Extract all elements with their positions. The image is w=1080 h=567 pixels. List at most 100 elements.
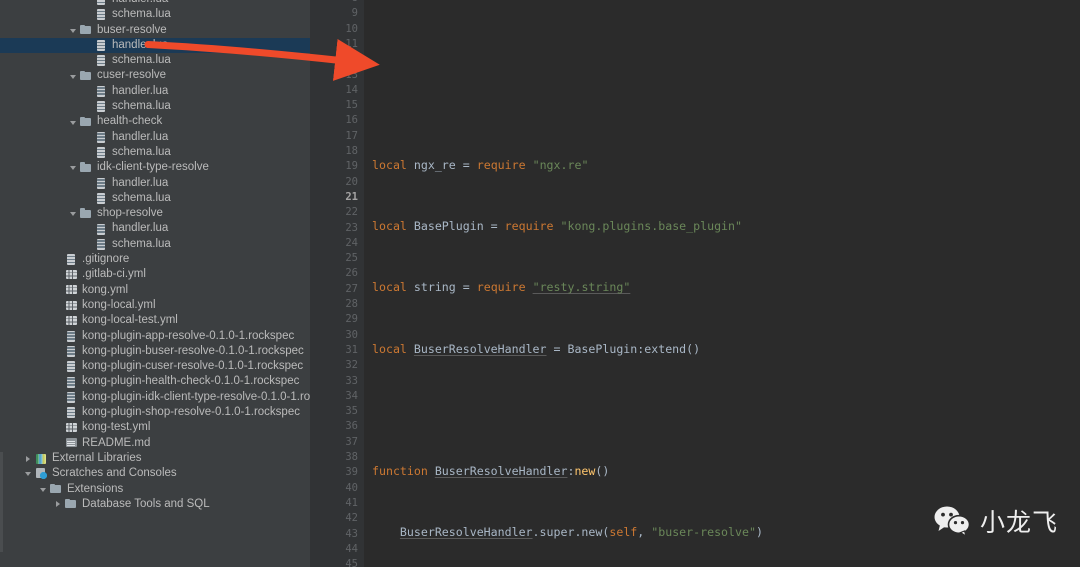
line-number[interactable]: 12 bbox=[314, 52, 358, 67]
code-editor-panel[interactable]: 8910111213141516171819202122232425262728… bbox=[310, 0, 1080, 567]
line-number[interactable]: 22 bbox=[314, 205, 358, 220]
code-line: local ngx_re = require "ngx.re" bbox=[372, 158, 1080, 173]
tree-item-idk-client-type-resolve[interactable]: idk-client-type-resolve bbox=[0, 160, 310, 175]
chevron-down-icon[interactable] bbox=[23, 468, 34, 479]
line-number[interactable]: 9 bbox=[314, 6, 358, 21]
line-number[interactable]: 39 bbox=[314, 465, 358, 480]
line-number[interactable]: 14 bbox=[314, 83, 358, 98]
line-number[interactable]: 28 bbox=[314, 297, 358, 312]
tree-item-schema-lua[interactable]: schema.lua bbox=[0, 53, 310, 68]
tree-item-shop-resolve[interactable]: shop-resolve bbox=[0, 206, 310, 221]
tree-spacer bbox=[53, 438, 64, 449]
tree-item-database-tools-and-sql[interactable]: Database Tools and SQL bbox=[0, 497, 310, 512]
line-number[interactable]: 26 bbox=[314, 266, 358, 281]
tree-item-gitignore[interactable]: .gitignore bbox=[0, 252, 310, 267]
line-number[interactable]: 11 bbox=[314, 37, 358, 52]
line-number[interactable]: 16 bbox=[314, 113, 358, 128]
tree-item-kong-plugin-app-resolve-0-1-0-1-rockspec[interactable]: kong-plugin-app-resolve-0.1.0-1.rockspec bbox=[0, 329, 310, 344]
code-content[interactable]: local ngx_re = require "ngx.re" local Ba… bbox=[372, 0, 1080, 567]
chevron-right-icon[interactable] bbox=[23, 453, 34, 464]
tree-spacer bbox=[53, 422, 64, 433]
code-line bbox=[372, 46, 1080, 51]
line-number[interactable]: 30 bbox=[314, 328, 358, 343]
tree-item-schema-lua[interactable]: schema.lua bbox=[0, 7, 310, 22]
tree-item-kong-local-test-yml[interactable]: kong-local-test.yml bbox=[0, 313, 310, 328]
tree-item-health-check[interactable]: health-check bbox=[0, 114, 310, 129]
tree-item-readme-md[interactable]: README.md bbox=[0, 436, 310, 451]
project-tree-panel[interactable]: handler.luaschema.luabuser-resolvehandle… bbox=[0, 0, 310, 567]
line-number[interactable]: 41 bbox=[314, 496, 358, 511]
chevron-down-icon[interactable] bbox=[68, 25, 79, 36]
line-number-gutter[interactable]: 8910111213141516171819202122232425262728… bbox=[310, 0, 364, 567]
line-number[interactable]: 34 bbox=[314, 389, 358, 404]
tree-item-kong-plugin-cuser-resolve-0-1-0-1-rockspec[interactable]: kong-plugin-cuser-resolve-0.1.0-1.rocksp… bbox=[0, 359, 310, 374]
tree-item-kong-test-yml[interactable]: kong-test.yml bbox=[0, 420, 310, 435]
watermark-text: 小龙飞 bbox=[980, 503, 1058, 539]
line-number[interactable]: 36 bbox=[314, 419, 358, 434]
line-number[interactable]: 35 bbox=[314, 404, 358, 419]
line-number[interactable]: 37 bbox=[314, 435, 358, 450]
tree-item-label: External Libraries bbox=[52, 451, 141, 466]
tree-item-label: kong-plugin-health-check-0.1.0-1.rockspe… bbox=[82, 374, 299, 389]
tree-item-kong-local-yml[interactable]: kong-local.yml bbox=[0, 298, 310, 313]
tree-spacer bbox=[53, 285, 64, 296]
tree-spacer bbox=[83, 239, 94, 250]
line-number[interactable]: 43 bbox=[314, 527, 358, 542]
tree-item-handler-lua[interactable]: handler.lua bbox=[0, 84, 310, 99]
tree-item-schema-lua[interactable]: schema.lua bbox=[0, 191, 310, 206]
tree-item-schema-lua[interactable]: schema.lua bbox=[0, 145, 310, 160]
tree-item-kong-plugin-buser-resolve-0-1-0-1-rockspec[interactable]: kong-plugin-buser-resolve-0.1.0-1.rocksp… bbox=[0, 344, 310, 359]
tree-spacer bbox=[83, 0, 94, 5]
line-number[interactable]: 13 bbox=[314, 68, 358, 83]
line-number[interactable]: 19 bbox=[314, 159, 358, 174]
line-number[interactable]: 21 bbox=[314, 190, 358, 205]
tree-spacer bbox=[53, 361, 64, 372]
chevron-down-icon[interactable] bbox=[68, 162, 79, 173]
line-number[interactable]: 29 bbox=[314, 312, 358, 327]
tree-item-extensions[interactable]: Extensions bbox=[0, 482, 310, 497]
line-number[interactable]: 18 bbox=[314, 144, 358, 159]
line-number[interactable]: 33 bbox=[314, 374, 358, 389]
tree-item-handler-lua[interactable]: handler.lua bbox=[0, 38, 310, 53]
tree-item-handler-lua[interactable]: handler.lua bbox=[0, 221, 310, 236]
tree-spacer bbox=[53, 331, 64, 342]
tree-item-cuser-resolve[interactable]: cuser-resolve bbox=[0, 68, 310, 83]
line-number[interactable]: 45 bbox=[314, 557, 358, 567]
tree-spacer bbox=[53, 392, 64, 403]
chevron-down-icon[interactable] bbox=[68, 117, 79, 128]
tree-item-kong-plugin-idk-client-type-resolve-0-1-0-1-rockspec[interactable]: kong-plugin-idk-client-type-resolve-0.1.… bbox=[0, 390, 310, 405]
tree-item-kong-yml[interactable]: kong.yml bbox=[0, 283, 310, 298]
lua-file-icon bbox=[95, 238, 108, 250]
line-number[interactable]: 42 bbox=[314, 511, 358, 526]
folder-icon bbox=[50, 483, 63, 495]
line-number[interactable]: 27 bbox=[314, 282, 358, 297]
chevron-down-icon[interactable] bbox=[68, 71, 79, 82]
chevron-right-icon[interactable] bbox=[53, 499, 64, 510]
line-number[interactable]: 25 bbox=[314, 251, 358, 266]
line-number[interactable]: 17 bbox=[314, 129, 358, 144]
tree-item-handler-lua[interactable]: handler.lua bbox=[0, 0, 310, 7]
line-number[interactable]: 23 bbox=[314, 221, 358, 236]
tree-item-handler-lua[interactable]: handler.lua bbox=[0, 130, 310, 145]
chevron-down-icon[interactable] bbox=[38, 484, 49, 495]
line-number[interactable]: 10 bbox=[314, 22, 358, 37]
line-number[interactable]: 40 bbox=[314, 481, 358, 496]
line-number[interactable]: 15 bbox=[314, 98, 358, 113]
line-number[interactable]: 24 bbox=[314, 236, 358, 251]
tree-item-gitlab-ci-yml[interactable]: .gitlab-ci.yml bbox=[0, 267, 310, 282]
tree-item-schema-lua[interactable]: schema.lua bbox=[0, 99, 310, 114]
line-number[interactable]: 38 bbox=[314, 450, 358, 465]
tree-item-scratches-and-consoles[interactable]: Scratches and Consoles bbox=[0, 466, 310, 481]
tree-item-buser-resolve[interactable]: buser-resolve bbox=[0, 23, 310, 38]
tree-item-external-libraries[interactable]: External Libraries bbox=[0, 451, 310, 466]
line-number[interactable]: 31 bbox=[314, 343, 358, 358]
tree-item-kong-plugin-health-check-0-1-0-1-rockspec[interactable]: kong-plugin-health-check-0.1.0-1.rockspe… bbox=[0, 374, 310, 389]
line-number[interactable]: 32 bbox=[314, 358, 358, 373]
chevron-down-icon[interactable] bbox=[68, 208, 79, 219]
tree-spacer bbox=[53, 377, 64, 388]
tree-item-kong-plugin-shop-resolve-0-1-0-1-rockspec[interactable]: kong-plugin-shop-resolve-0.1.0-1.rockspe… bbox=[0, 405, 310, 420]
line-number[interactable]: 44 bbox=[314, 542, 358, 557]
tree-item-handler-lua[interactable]: handler.lua bbox=[0, 176, 310, 191]
tree-item-schema-lua[interactable]: schema.lua bbox=[0, 237, 310, 252]
line-number[interactable]: 20 bbox=[314, 175, 358, 190]
